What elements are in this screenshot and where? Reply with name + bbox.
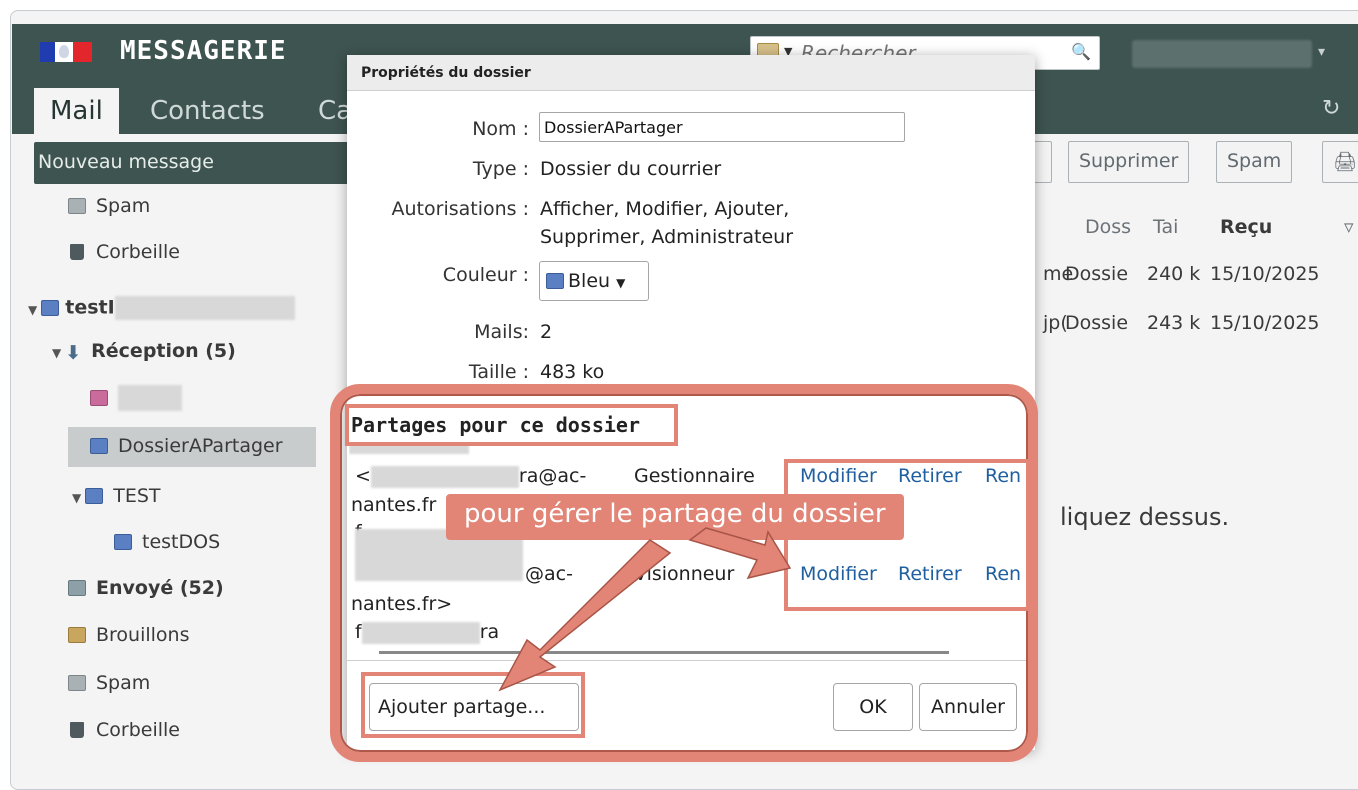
- arrow-to-add-share: [498, 539, 672, 692]
- annotation-arrows: [498, 527, 792, 692]
- arrow-to-share-links: [688, 527, 792, 580]
